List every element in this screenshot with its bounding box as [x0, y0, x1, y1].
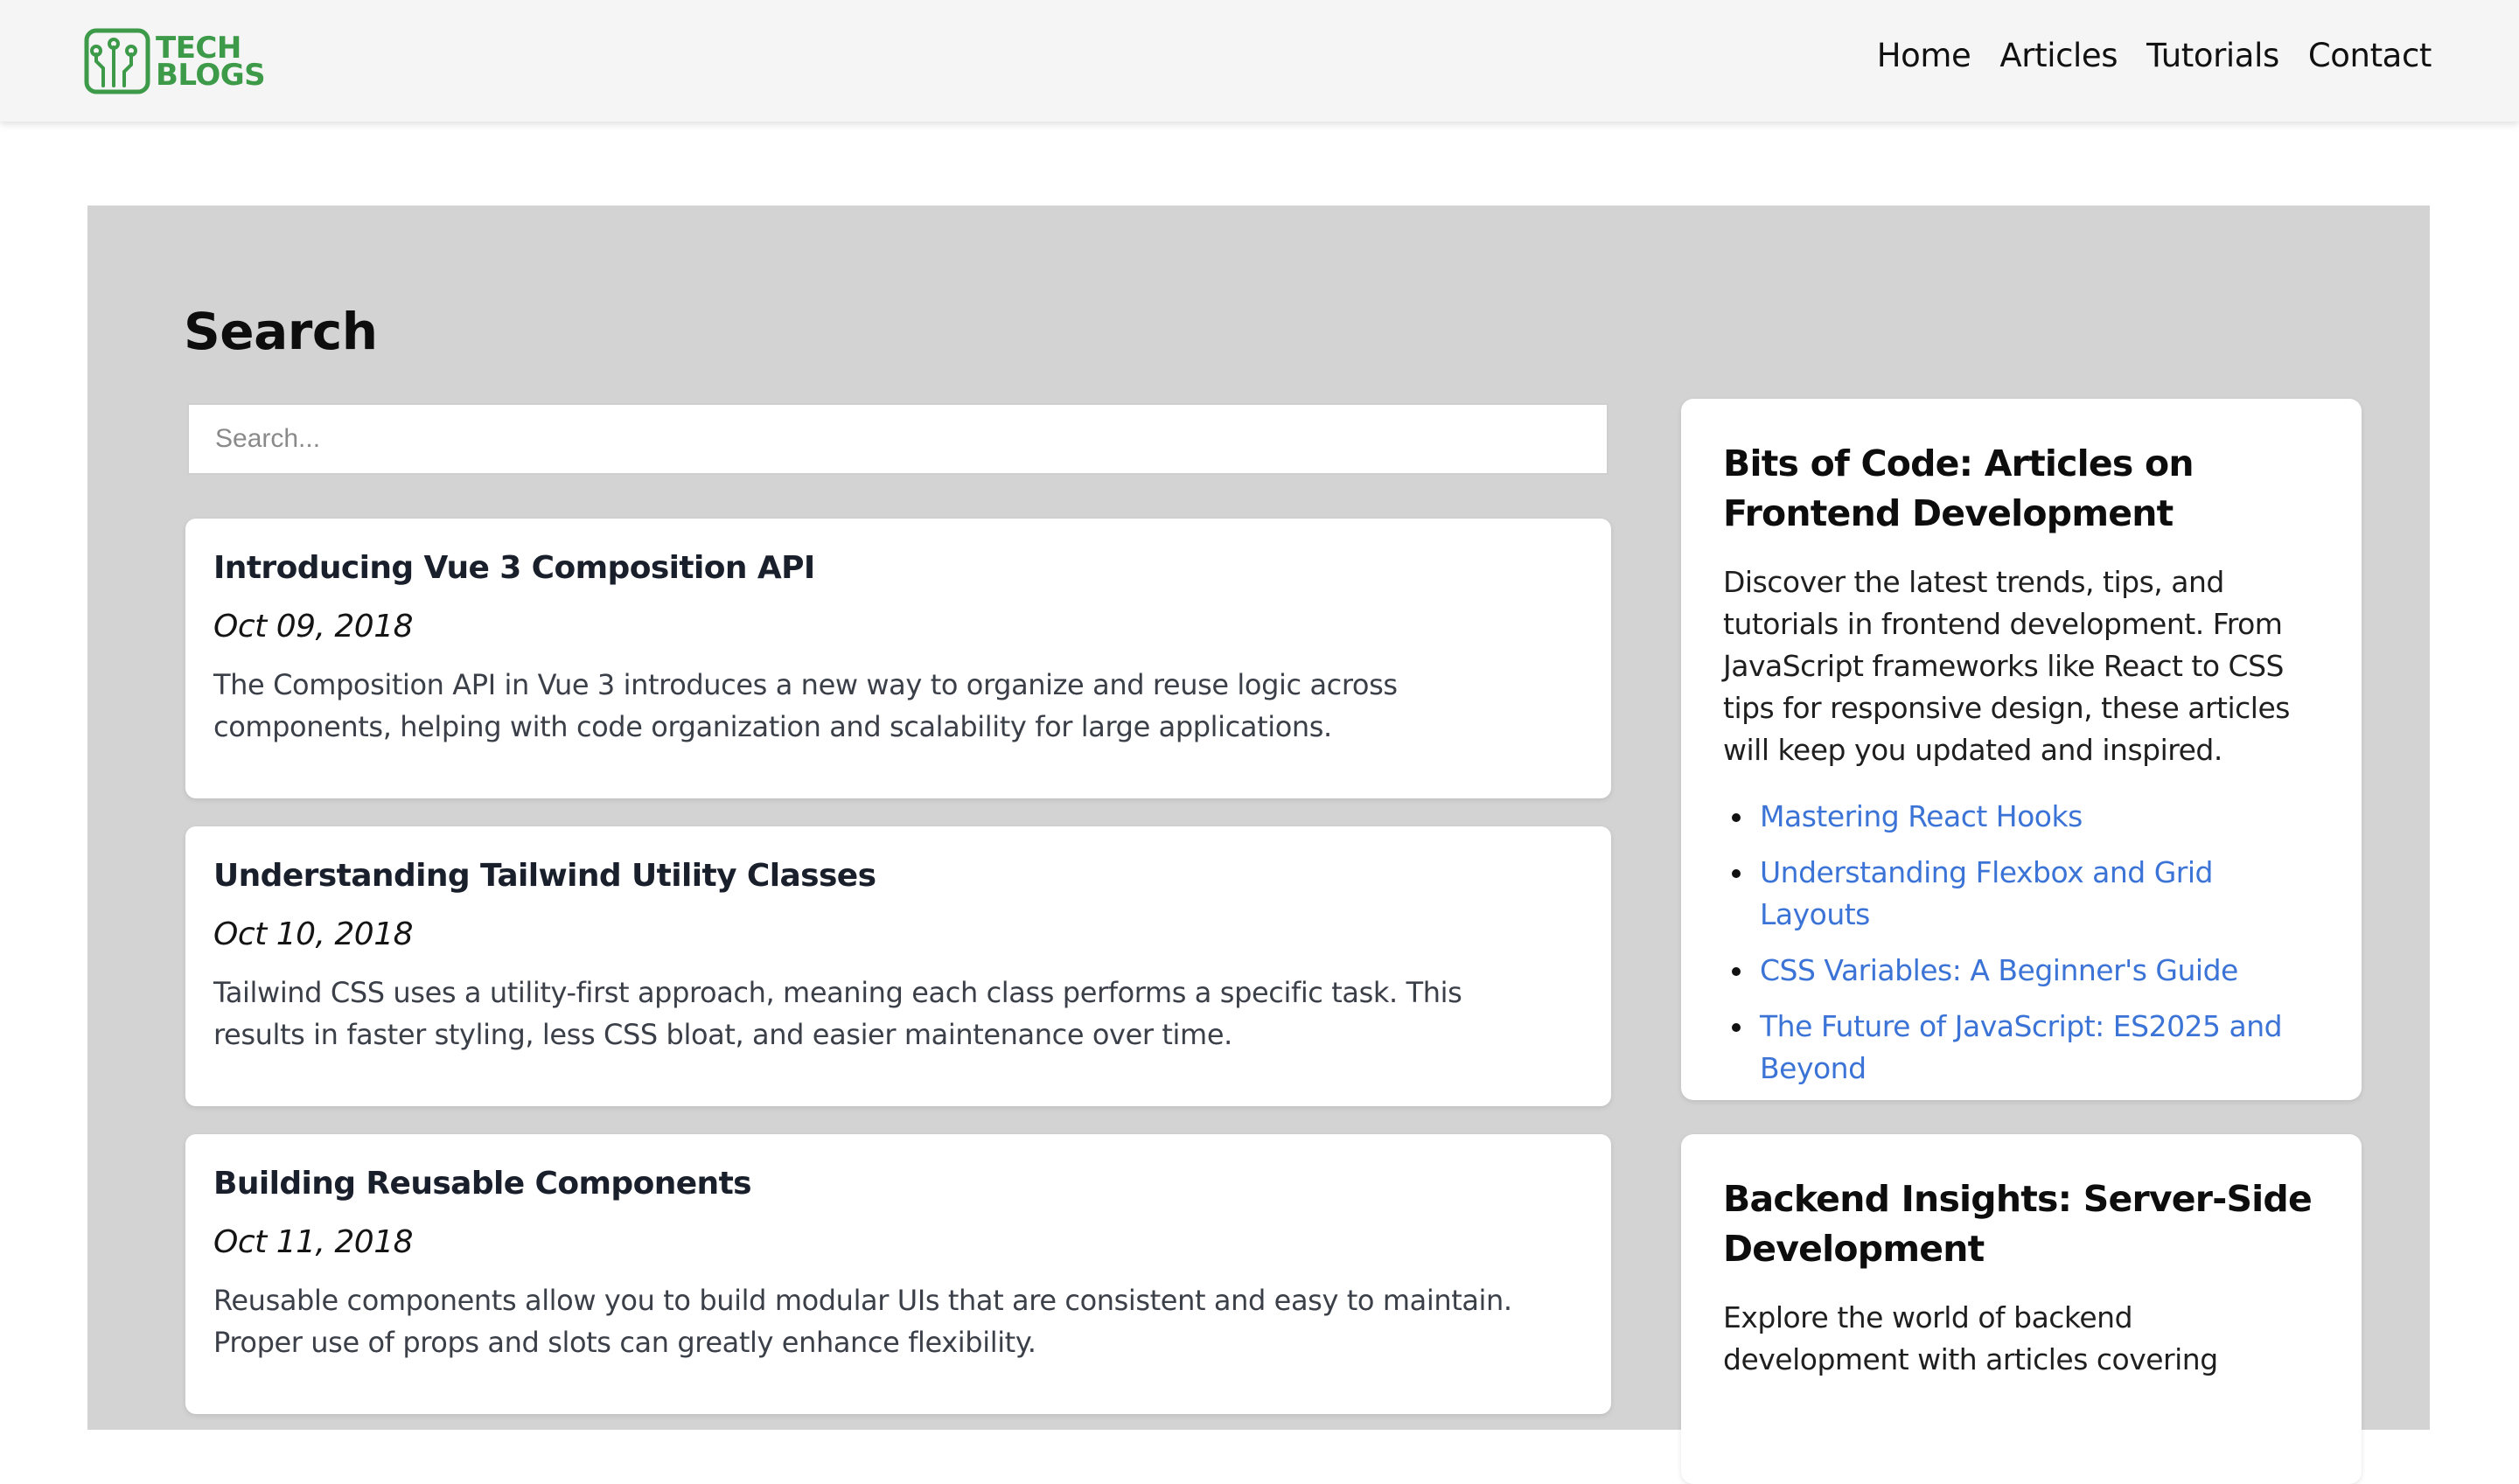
- site-logo[interactable]: TECH BLOGS: [84, 26, 266, 96]
- nav-home[interactable]: Home: [1877, 37, 1971, 74]
- sidebar-card-title: Backend Insights: Server-Side Developmen…: [1723, 1178, 2313, 1270]
- article-title[interactable]: Introducing Vue 3 Composition API: [213, 548, 1583, 589]
- article-card[interactable]: Understanding Tailwind Utility Classes O…: [185, 826, 1611, 1106]
- article-date: Oct 10, 2018: [213, 916, 414, 952]
- site-header: TECH BLOGS Home Articles Tutorials Conta…: [0, 0, 2519, 122]
- article-title[interactable]: Building Reusable Components: [213, 1164, 1583, 1204]
- sidebar-card-title: Bits of Code: Articles on Frontend Devel…: [1723, 442, 2195, 534]
- circuit-board-logo-icon: [84, 28, 150, 94]
- article-card[interactable]: Building Reusable Components Oct 11, 201…: [185, 1134, 1611, 1414]
- sidebar-link-future-js[interactable]: The Future of JavaScript: ES2025 and Bey…: [1760, 1009, 2283, 1085]
- logo-text: TECH BLOGS: [156, 33, 266, 93]
- article-card[interactable]: Introducing Vue 3 Composition API Oct 09…: [185, 519, 1611, 798]
- page-title: Search: [184, 302, 378, 361]
- article-summary: Reusable components allow you to build m…: [213, 1284, 1512, 1359]
- article-title[interactable]: Understanding Tailwind Utility Classes: [213, 856, 1583, 896]
- nav-articles[interactable]: Articles: [1999, 37, 2118, 74]
- sidebar-card-description: Explore the world of backend development…: [1723, 1300, 2218, 1376]
- list-item: The Future of JavaScript: ES2025 and Bey…: [1732, 1006, 2320, 1090]
- sidebar-link-react-hooks[interactable]: Mastering React Hooks: [1760, 799, 2083, 833]
- sidebar-card-frontend: Bits of Code: Articles on Frontend Devel…: [1681, 399, 2362, 1100]
- list-item: Mastering React Hooks: [1732, 796, 2320, 838]
- sidebar-card-description: Discover the latest trends, tips, and tu…: [1723, 565, 2290, 767]
- article-summary: Tailwind CSS uses a utility-first approa…: [213, 976, 1462, 1051]
- nav-tutorials[interactable]: Tutorials: [2146, 37, 2279, 74]
- sidebar-link-list: Mastering React Hooks Understanding Flex…: [1723, 796, 2320, 1090]
- sidebar-link-css-variables[interactable]: CSS Variables: A Beginner's Guide: [1760, 953, 2238, 987]
- sidebar-link-flexbox-grid[interactable]: Understanding Flexbox and Grid Layouts: [1760, 855, 2214, 931]
- search-input[interactable]: [187, 403, 1608, 475]
- main-nav: Home Articles Tutorials Contact: [1877, 37, 2432, 74]
- nav-contact[interactable]: Contact: [2308, 37, 2432, 74]
- article-date: Oct 09, 2018: [213, 609, 414, 644]
- article-summary: The Composition API in Vue 3 introduces …: [213, 668, 1398, 743]
- article-date: Oct 11, 2018: [213, 1224, 414, 1260]
- sidebar-card-backend: Backend Insights: Server-Side Developmen…: [1681, 1134, 2362, 1484]
- logo-text-line2: BLOGS: [156, 58, 266, 93]
- main-content: Search Introducing Vue 3 Composition API…: [87, 206, 2430, 1484]
- list-item: Understanding Flexbox and Grid Layouts: [1732, 852, 2320, 936]
- list-item: CSS Variables: A Beginner's Guide: [1732, 950, 2320, 992]
